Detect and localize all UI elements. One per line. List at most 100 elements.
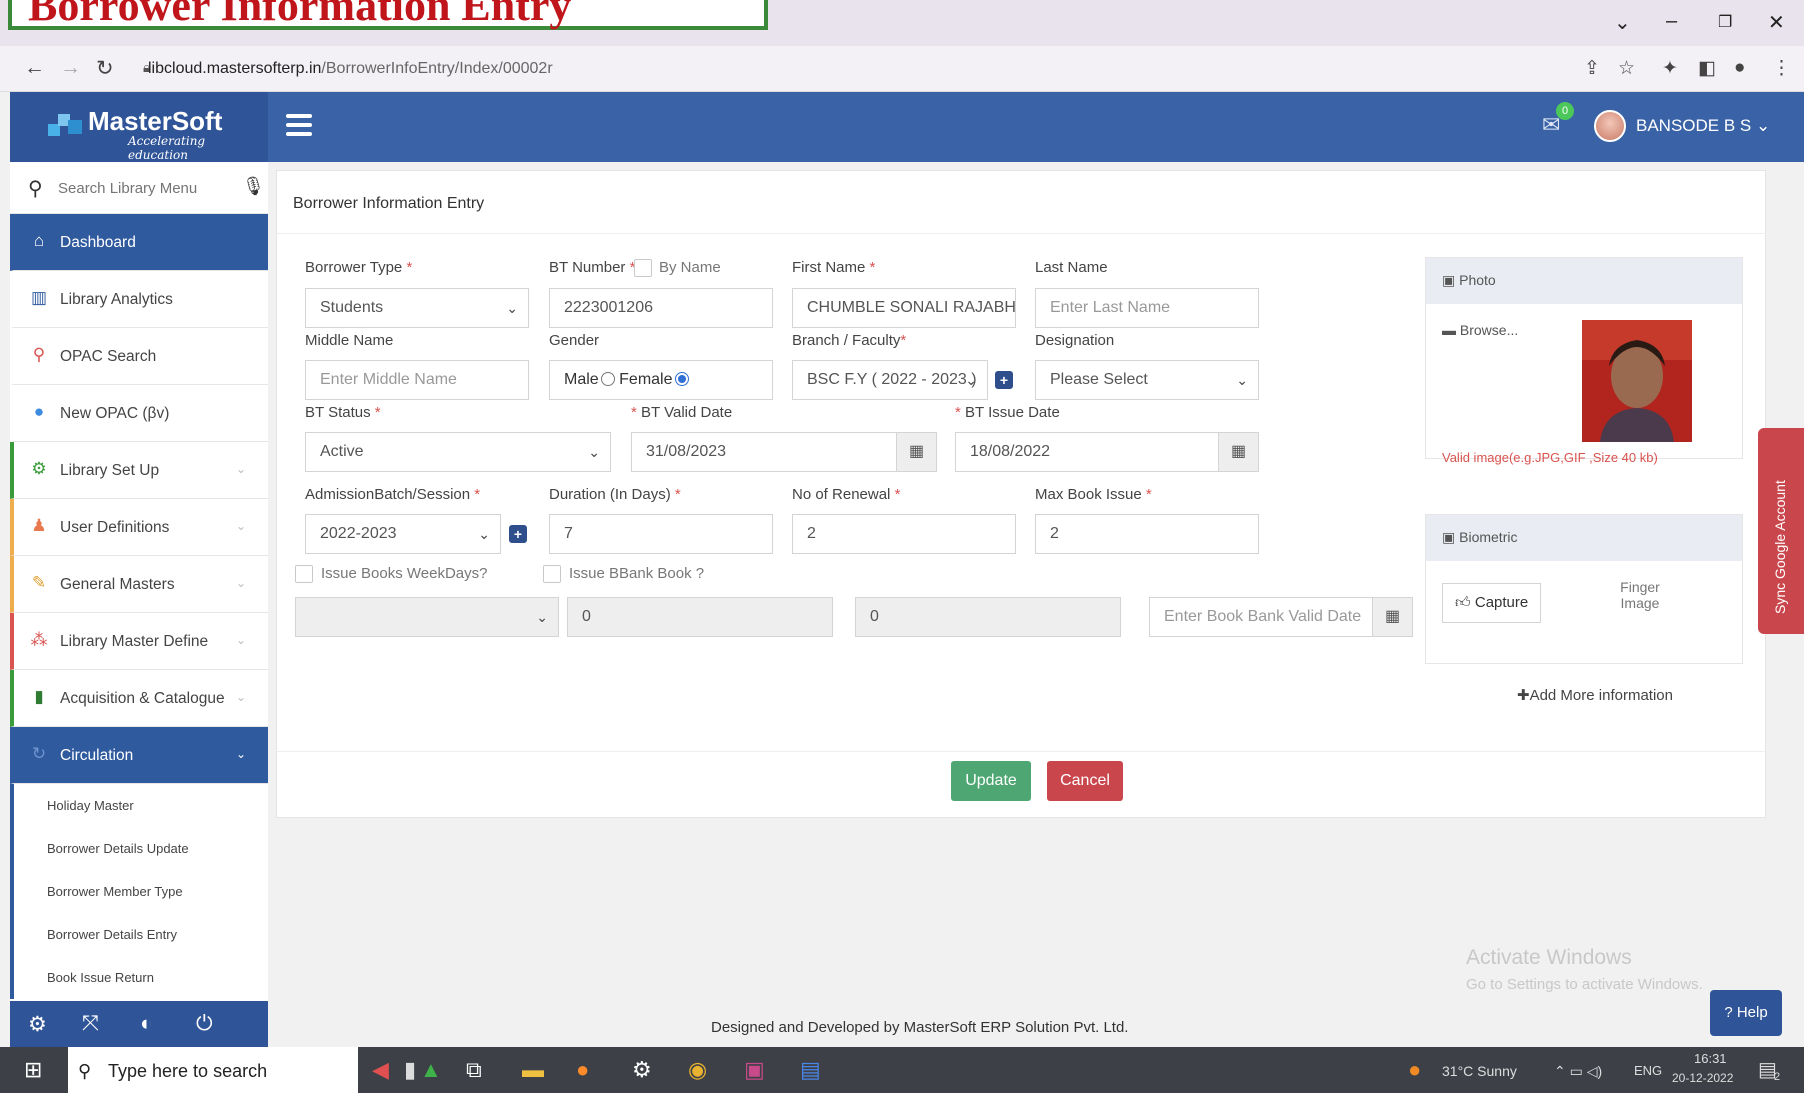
tray-icons[interactable]: ⌃ ▭ ◁) xyxy=(1554,1063,1602,1080)
issue-weekdays-checkbox[interactable] xyxy=(295,565,313,583)
calendar-icon[interactable]: ▦ xyxy=(896,433,936,471)
add-admission-batch-button[interactable]: + xyxy=(509,525,527,543)
microphone-icon[interactable]: 🎙︎ xyxy=(242,176,265,197)
theme-icon[interactable]: ◐ xyxy=(140,1012,153,1036)
max-book-issue-input[interactable]: 2 xyxy=(1035,514,1259,554)
bbank-renewal-input[interactable]: 0 xyxy=(855,597,1121,637)
book-bank-valid-date-input[interactable]: Enter Book Bank Valid Date ▦ xyxy=(1149,597,1413,637)
user-avatar[interactable] xyxy=(1594,110,1626,142)
first-name-input[interactable]: CHUMBLE SONALI RAJABHAU xyxy=(792,288,1016,328)
borrower-form: Borrower Type * Students ⌄ BT Number * By… xyxy=(277,234,1767,754)
gender-male-radio[interactable] xyxy=(600,372,615,386)
sidebar-search-input[interactable] xyxy=(58,174,238,202)
close-icon[interactable]: ✕ xyxy=(1768,10,1785,35)
forward-icon[interactable]: → xyxy=(60,56,81,80)
language-indicator[interactable]: ENG xyxy=(1634,1063,1662,1078)
sidebar-item-dashboard[interactable]: ⌂ Dashboard xyxy=(10,214,268,271)
sidebar-item-library-setup[interactable]: ⚙ Library Set Up ⌄ xyxy=(10,442,268,499)
bt-status-label: BT Status * xyxy=(305,404,381,421)
add-branch-button[interactable]: + xyxy=(995,371,1013,389)
designation-select[interactable]: Please Select ⌄ xyxy=(1035,360,1259,400)
back-icon[interactable]: ← xyxy=(24,56,45,80)
chrome-icon[interactable]: ◉ xyxy=(688,1057,707,1083)
settings-icon[interactable]: ⚙ xyxy=(28,1012,47,1037)
label-text: BT Issue Date xyxy=(965,404,1060,421)
user-menu[interactable]: BANSODE B S ⌄ xyxy=(1636,116,1770,136)
by-name-checkbox[interactable] xyxy=(634,259,652,277)
submenu-holiday-master[interactable]: Holiday Master xyxy=(10,784,268,827)
bt-number-input[interactable]: 2223001206 xyxy=(549,288,773,328)
tab-search-icon[interactable]: ⌄ xyxy=(1614,10,1631,35)
sidebar-item-circulation[interactable]: ↻ Circulation ⌄ xyxy=(10,727,268,784)
app-icon[interactable]: ▣ xyxy=(744,1057,765,1083)
middle-name-input[interactable]: Enter Middle Name xyxy=(305,360,529,400)
activate-windows-watermark: Activate Windows xyxy=(1466,946,1632,969)
firefox-icon[interactable]: ● xyxy=(576,1057,589,1083)
branch-select[interactable]: BSC F.Y ( 2022 - 2023 ) ⌄ xyxy=(792,360,988,400)
select-value: BSC F.Y ( 2022 - 2023 ) xyxy=(807,371,977,388)
extensions-icon[interactable]: ✦ xyxy=(1662,57,1678,80)
bt-issue-date-input[interactable]: 18/08/2022 ▦ xyxy=(955,432,1259,472)
sidebar-item-library-master-define[interactable]: ⁂ Library Master Define ⌄ xyxy=(10,613,268,670)
clock-date[interactable]: 20-12-2022 xyxy=(1672,1071,1733,1085)
word-icon[interactable]: ▤ xyxy=(800,1057,821,1083)
profile-icon[interactable]: ● xyxy=(1734,57,1745,79)
fullscreen-icon[interactable]: ⤧ xyxy=(82,1012,99,1036)
restore-icon[interactable]: ❐ xyxy=(1718,12,1732,32)
calendar-icon[interactable]: ▦ xyxy=(1218,433,1258,471)
sidebar-item-user-definitions[interactable]: ♟ User Definitions ⌄ xyxy=(10,499,268,556)
renewal-input[interactable]: 2 xyxy=(792,514,1016,554)
capture-button[interactable]: 👍︎ Capture xyxy=(1442,583,1542,623)
admission-batch-select[interactable]: 2022-2023 ⌄ xyxy=(305,514,501,554)
borrower-type-select[interactable]: Students ⌄ xyxy=(305,288,529,328)
calendar-icon[interactable]: ▦ xyxy=(1372,598,1412,636)
submenu-borrower-details-entry[interactable]: Borrower Details Entry xyxy=(10,913,268,956)
minimize-icon[interactable]: – xyxy=(1666,10,1677,33)
submenu-book-issue-return[interactable]: Book Issue Return xyxy=(10,956,268,999)
power-icon[interactable]: ⏻ xyxy=(196,1012,213,1036)
bt-valid-date-input[interactable]: 31/08/2023 ▦ xyxy=(631,432,937,472)
sidebar-item-label: Library Master Define xyxy=(60,633,209,650)
sidebar-item-opac-search[interactable]: ⚲ OPAC Search xyxy=(10,328,268,385)
gender-female-radio[interactable] xyxy=(674,372,689,386)
submenu-borrower-member-type[interactable]: Borrower Member Type xyxy=(10,870,268,913)
sidebar-item-new-opac[interactable]: ● New OPAC (βv) xyxy=(10,385,268,442)
weekdays-select[interactable]: ⌄ xyxy=(295,597,559,637)
sync-google-account-tab[interactable]: Sync Google Account xyxy=(1758,428,1804,634)
panel-title: Biometric xyxy=(1459,529,1518,545)
duration-input[interactable]: 7 xyxy=(549,514,773,554)
taskbar-search[interactable]: ⚲ Type here to search xyxy=(68,1047,358,1093)
brand-logo-area[interactable]: MasterSoft Accelerating education xyxy=(10,92,268,162)
search-icon: ⚲ xyxy=(32,345,46,364)
submenu-borrower-details-update[interactable]: Borrower Details Update xyxy=(10,827,268,870)
bt-status-select[interactable]: Active ⌄ xyxy=(305,432,611,472)
file-explorer-icon[interactable]: ▬ xyxy=(522,1057,544,1083)
bookmark-star-icon[interactable]: ☆ xyxy=(1618,57,1635,80)
issue-bbank-checkbox[interactable] xyxy=(543,565,561,583)
share-icon[interactable]: ⇪ xyxy=(1584,57,1600,80)
label-text: BT Number xyxy=(549,259,626,276)
add-more-information-link[interactable]: ✚Add More information xyxy=(1517,686,1673,704)
settings-icon[interactable]: ⚙ xyxy=(632,1057,652,1083)
cancel-button[interactable]: Cancel xyxy=(1047,761,1123,801)
update-button[interactable]: Update xyxy=(951,761,1031,801)
sidebar-item-acquisition-catalogue[interactable]: ▮ Acquisition & Catalogue ⌄ xyxy=(10,670,268,727)
reload-icon[interactable]: ↻ xyxy=(96,56,114,81)
bbank-count-input[interactable]: 0 xyxy=(567,597,833,637)
address-bar[interactable]: libcloud.mastersofterp.in/BorrowerInfoEn… xyxy=(148,60,553,78)
menu-toggle-icon[interactable] xyxy=(286,114,312,136)
image-icon: ▣ xyxy=(1442,272,1456,288)
clock-time[interactable]: 16:31 xyxy=(1694,1051,1727,1066)
help-button[interactable]: ? Help xyxy=(1710,990,1782,1036)
task-view-icon[interactable]: ⧉ xyxy=(466,1057,482,1083)
select-value: 2022-2023 xyxy=(320,525,397,542)
browser-menu-icon[interactable]: ⋮ xyxy=(1772,57,1791,80)
side-panel-icon[interactable]: ◧ xyxy=(1698,57,1716,80)
sidebar-item-library-analytics[interactable]: ▥ Library Analytics xyxy=(10,271,268,328)
windows-start-icon[interactable]: ⊞ xyxy=(24,1057,42,1083)
sidebar-item-general-masters[interactable]: ✎ General Masters ⌄ xyxy=(10,556,268,613)
browse-button[interactable]: ▬ Browse... xyxy=(1442,322,1518,338)
weather-text[interactable]: 31°C Sunny xyxy=(1442,1063,1517,1079)
bt-number-label: BT Number * xyxy=(549,259,636,276)
last-name-input[interactable]: Enter Last Name xyxy=(1035,288,1259,328)
